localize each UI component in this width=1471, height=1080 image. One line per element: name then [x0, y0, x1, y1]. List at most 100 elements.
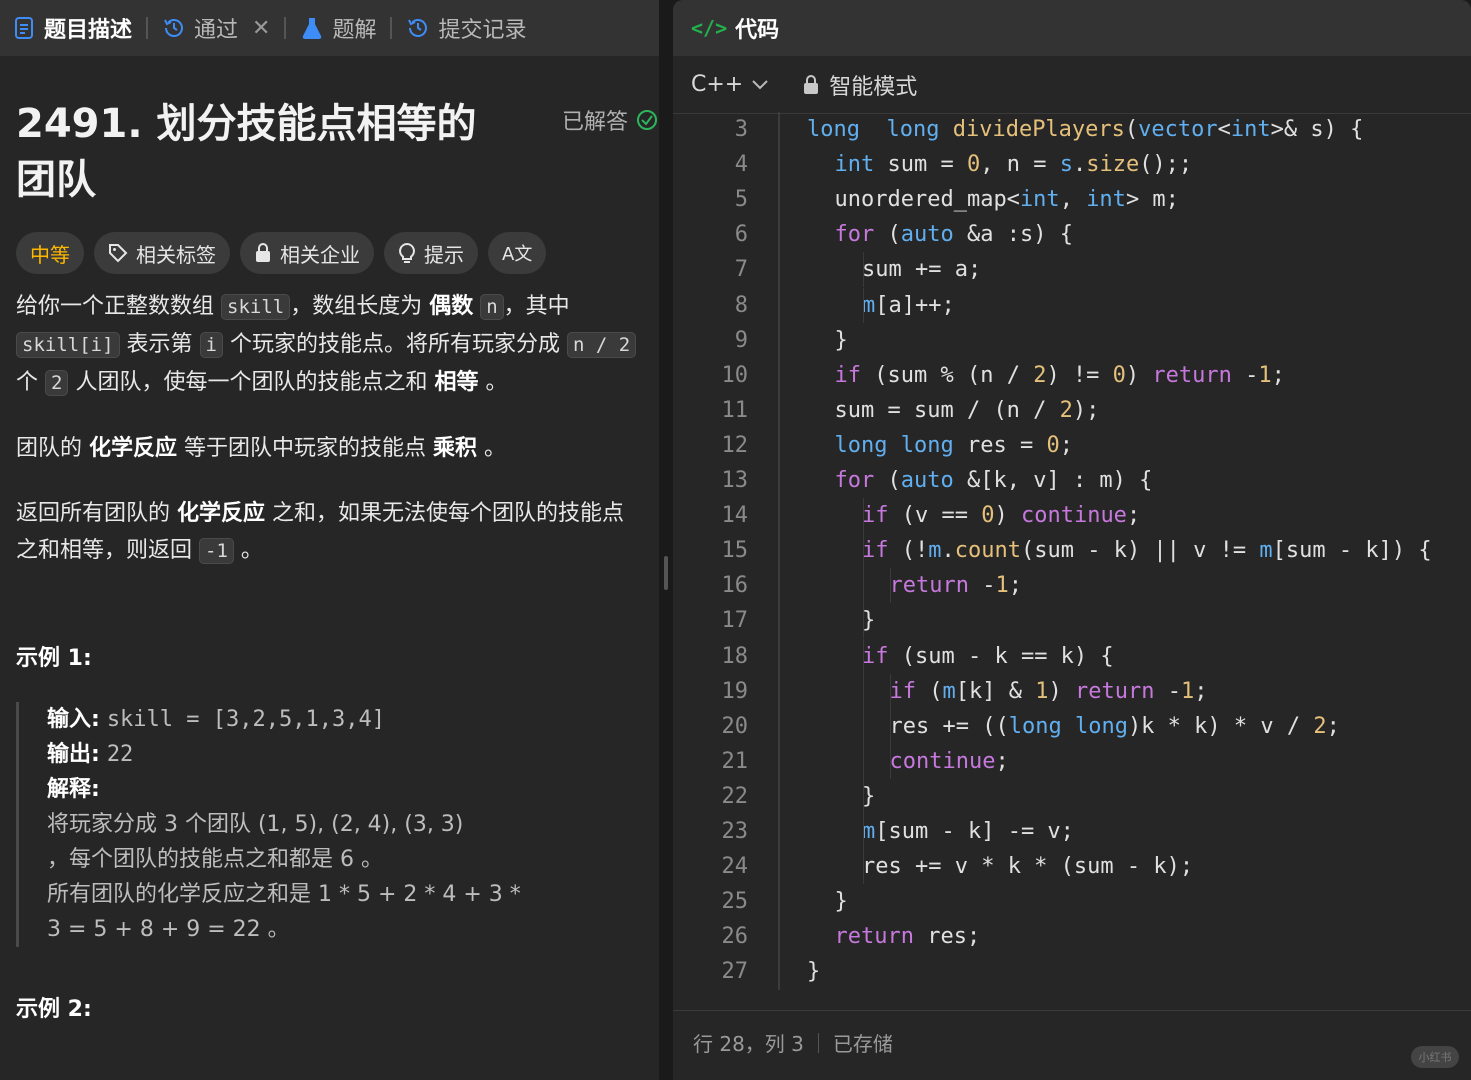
code-line[interactable]: 18 if (sum - k == k) { [673, 638, 1471, 674]
code-line[interactable]: 25} [673, 884, 1471, 919]
watermark-logo: 小红书 [1411, 1046, 1459, 1068]
tab-submissions[interactable]: 提交记录 [406, 12, 527, 44]
code-line[interactable]: 26 return res; [673, 919, 1471, 954]
code-token: ) != [1046, 362, 1113, 388]
code-text: } [807, 954, 820, 989]
related-tags-button[interactable]: 相关标签 [94, 232, 230, 274]
tab-solutions[interactable]: 题解 [300, 12, 376, 44]
code-token: int [1230, 117, 1271, 142]
tab-description-label: 题目描述 [44, 18, 133, 43]
code-token: sum = sum / (n / [834, 397, 1060, 423]
code-token: for [834, 468, 875, 493]
hint-button[interactable]: 提示 [384, 232, 478, 274]
close-icon[interactable]: ✕ [252, 16, 270, 41]
line-number: 9 [734, 327, 748, 353]
code-editor[interactable]: 3 long long dividePlayers(vector<int>& s)… [673, 112, 1471, 1012]
panel-resize-divider[interactable] [659, 0, 673, 1080]
code-line[interactable]: 13 for (auto &[k, v] : m) { [673, 463, 1471, 498]
line-number: 18 [721, 643, 749, 669]
line-number: 19 [721, 678, 749, 704]
desc-text: 等于团队中玩家的技能点 [177, 436, 434, 461]
code-line[interactable]: 16 return -1; [673, 568, 1471, 604]
code-token: , n = [980, 152, 1060, 178]
code-line[interactable]: 22} [673, 778, 1471, 814]
desc-text: 人团队，使每一个团队的技能点之和 [68, 370, 435, 395]
code-line[interactable]: 5 unordered_map<int, int> m; [673, 182, 1471, 217]
indent-guide [890, 708, 891, 744]
smart-mode-toggle[interactable]: 智能模式 [803, 69, 917, 101]
code-token: 0 [1112, 362, 1126, 388]
smart-mode-label: 智能模式 [829, 74, 918, 100]
code-line[interactable]: 11 sum = sum / (n / 2); [673, 393, 1471, 428]
code-text: sum = sum / (n / 2); [835, 393, 1100, 428]
code-token: 1 [1035, 678, 1049, 704]
lightbulb-icon [399, 242, 415, 263]
code-text: long long dividePlayers(vector<int>& s) … [807, 112, 1363, 147]
code-token: ();; [1139, 152, 1193, 178]
code-line[interactable]: 12 long long res = 0; [673, 428, 1471, 463]
code-line[interactable]: 6 for (auto &a :s) { [673, 217, 1471, 252]
code-token: if [862, 503, 889, 529]
code-line[interactable]: 7 sum += a; [673, 252, 1471, 288]
code-token: return [889, 573, 969, 599]
desc-text: 团队的 [16, 436, 89, 461]
explain-line: 将玩家分成 3 个团队 (1, 5), (2, 4), (3, 3) [47, 812, 464, 837]
related-companies-button[interactable]: 相关企业 [240, 232, 374, 274]
code-token: int [1086, 187, 1126, 213]
code-text: continue; [890, 744, 1009, 779]
desc-text: 表示第 [119, 332, 200, 357]
code-line[interactable]: 20 res += ((long long)k * k) * v / 2; [673, 708, 1471, 744]
line-number: 4 [734, 152, 748, 178]
code-line[interactable]: 15 if (!m.count(sum - k) || v != m[sum - … [673, 533, 1471, 569]
line-number: 24 [721, 854, 749, 880]
history-icon [162, 16, 186, 40]
code-line[interactable]: 24 res += v * k * (sum - k); [673, 849, 1471, 885]
line-number: 20 [721, 713, 749, 739]
code-line[interactable]: 27} [673, 954, 1471, 989]
code-text: if (v == 0) continue; [862, 498, 1140, 533]
code-line[interactable]: 19 if (m[k] & 1) return -1; [673, 673, 1471, 709]
indent-guide [890, 743, 891, 779]
code-line[interactable]: 8 m[a]++; [673, 287, 1471, 323]
code-token: - [1154, 678, 1181, 704]
code-token: dividePlayers [952, 117, 1125, 142]
code-line[interactable]: 4 int sum = 0, n = s.size();; [673, 147, 1471, 182]
desc-bold: 乘积 [433, 436, 478, 461]
code-line[interactable]: 23 m[sum - k] -= v; [673, 814, 1471, 850]
tab-accepted-label: 通过 [194, 18, 239, 43]
code-token: [sum - k]) { [1272, 538, 1432, 564]
code-line[interactable]: 21 continue; [673, 743, 1471, 779]
code-token: if [889, 678, 917, 704]
problem-title[interactable]: 2491. 划分技能点相等的团队 [16, 96, 516, 208]
line-number: 13 [721, 468, 749, 493]
code-token: for [834, 222, 875, 248]
code-line[interactable]: 10 if (sum % (n / 2) != 0) return -1; [673, 358, 1471, 393]
code-token: long [807, 117, 860, 142]
line-number: 6 [734, 222, 748, 248]
indent-guide [862, 708, 864, 744]
code-line[interactable]: 14 if (v == 0) continue; [673, 498, 1471, 534]
history-icon [406, 16, 430, 40]
code-token: continue [889, 748, 996, 774]
tab-description[interactable]: 题目描述 [12, 12, 132, 44]
code-token: long [834, 432, 888, 458]
line-number: 12 [721, 432, 749, 458]
status-divider [817, 1032, 819, 1053]
desc-text: 个玩家的技能点。将所有玩家分成 [222, 332, 567, 357]
code-panel-header: </> 代码 [673, 0, 1471, 56]
line-number: 25 [721, 889, 749, 915]
code-line[interactable]: 9} [673, 323, 1471, 358]
difficulty-badge[interactable]: 中等 [16, 232, 84, 274]
language-label: C++ [691, 72, 744, 97]
code-line[interactable]: 3 long long dividePlayers(vector<int>& s)… [673, 112, 1471, 147]
tab-accepted[interactable]: 通过 ✕ [162, 12, 270, 44]
translate-button[interactable]: A文 [488, 232, 547, 274]
code-token: ( [916, 678, 943, 704]
indent-guide [862, 778, 864, 814]
language-select[interactable]: C++ [691, 72, 769, 97]
resize-handle[interactable] [664, 556, 668, 590]
line-number: 10 [721, 362, 749, 388]
code-line[interactable]: 17} [673, 603, 1471, 639]
code-token: (sum - k) || v != [1020, 538, 1260, 564]
